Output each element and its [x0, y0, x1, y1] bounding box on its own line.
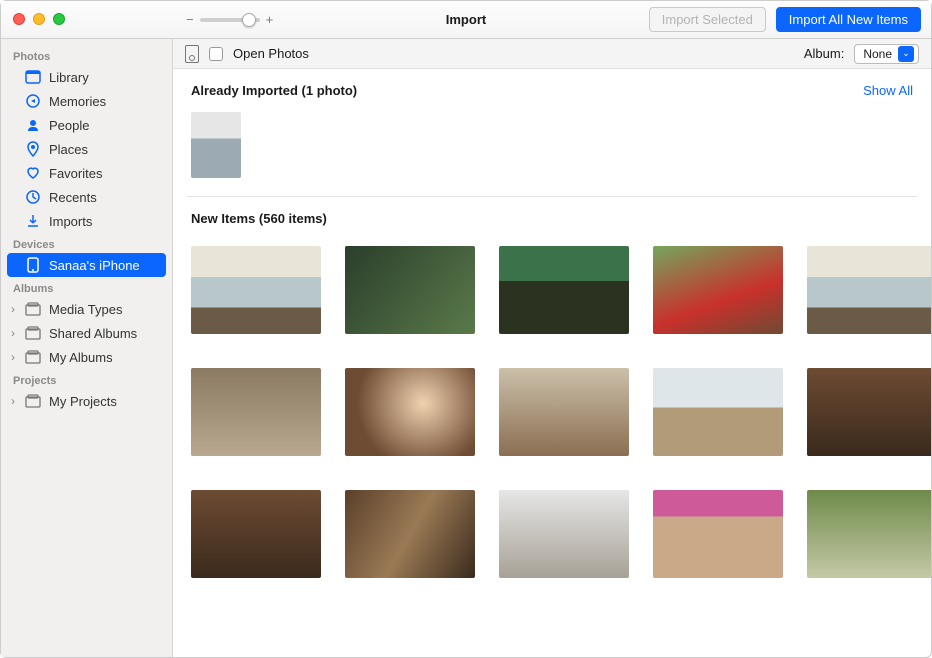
- section-divider: [187, 196, 917, 197]
- library-icon: [25, 69, 41, 85]
- sidebar-item-shared-albums[interactable]: Shared Albums: [1, 321, 172, 345]
- sidebar-label: Imports: [49, 214, 92, 229]
- sidebar-label: Sanaa's iPhone: [49, 258, 140, 273]
- device-icon: [185, 45, 199, 63]
- photo-thumbnail[interactable]: [499, 246, 629, 334]
- recents-icon: [25, 189, 41, 205]
- already-imported-heading: Already Imported (1 photo): [191, 83, 357, 98]
- chevron-updown-icon: ⌄: [898, 46, 914, 62]
- import-all-button[interactable]: Import All New Items: [776, 7, 921, 32]
- import-content-area: Already Imported (1 photo) Show All New …: [173, 69, 931, 657]
- close-window-button[interactable]: [13, 13, 25, 25]
- new-items-heading: New Items (560 items): [191, 211, 327, 226]
- sidebar-label: People: [49, 118, 89, 133]
- photo-thumbnail[interactable]: [191, 368, 321, 456]
- photo-thumbnail[interactable]: [653, 368, 783, 456]
- photo-thumbnail[interactable]: [345, 490, 475, 578]
- photo-thumbnail[interactable]: [653, 246, 783, 334]
- open-photos-label: Open Photos: [233, 46, 309, 61]
- sidebar-item-device[interactable]: Sanaa's iPhone: [7, 253, 166, 277]
- photo-thumbnail[interactable]: [807, 246, 931, 334]
- titlebar: − + Import Import Selected Import All Ne…: [1, 1, 931, 39]
- sidebar-label: Places: [49, 142, 88, 157]
- people-icon: [25, 117, 41, 133]
- import-options-bar: Open Photos Album: None ⌄: [173, 39, 931, 69]
- new-items-grid: [187, 234, 917, 590]
- sidebar-section-devices: Devices: [1, 233, 172, 253]
- zoom-out-icon: −: [186, 12, 194, 27]
- sidebar-item-my-projects[interactable]: My Projects: [1, 389, 172, 413]
- fullscreen-window-button[interactable]: [53, 13, 65, 25]
- photo-thumbnail[interactable]: [191, 246, 321, 334]
- favorites-icon: [25, 165, 41, 181]
- minimize-window-button[interactable]: [33, 13, 45, 25]
- sidebar-item-my-albums[interactable]: My Albums: [1, 345, 172, 369]
- sidebar-item-favorites[interactable]: Favorites: [1, 161, 172, 185]
- photo-thumbnail[interactable]: [807, 368, 931, 456]
- memories-icon: [25, 93, 41, 109]
- sidebar-section-projects: Projects: [1, 369, 172, 389]
- sidebar-label: Library: [49, 70, 89, 85]
- sidebar-section-photos: Photos: [1, 45, 172, 65]
- import-selected-button: Import Selected: [649, 7, 766, 32]
- open-photos-checkbox[interactable]: [209, 47, 223, 61]
- iphone-icon: [25, 257, 41, 273]
- sidebar-label: My Albums: [49, 350, 113, 365]
- photo-thumbnail[interactable]: [345, 368, 475, 456]
- already-imported-thumbnail[interactable]: [191, 112, 241, 178]
- photo-thumbnail[interactable]: [499, 490, 629, 578]
- folder-icon: [25, 301, 41, 317]
- album-dropdown[interactable]: None ⌄: [854, 44, 919, 64]
- photo-thumbnail[interactable]: [345, 246, 475, 334]
- sidebar-section-albums: Albums: [1, 277, 172, 297]
- zoom-in-icon: +: [266, 12, 274, 27]
- imports-icon: [25, 213, 41, 229]
- sidebar-label: Recents: [49, 190, 97, 205]
- sidebar-item-imports[interactable]: Imports: [1, 209, 172, 233]
- album-dropdown-value: None: [863, 47, 892, 61]
- window-controls: [13, 13, 65, 25]
- photo-thumbnail[interactable]: [499, 368, 629, 456]
- sidebar: Photos Library Memories People Places Fa…: [1, 39, 173, 657]
- folder-icon: [25, 349, 41, 365]
- folder-icon: [25, 393, 41, 409]
- sidebar-label: Favorites: [49, 166, 102, 181]
- sidebar-item-recents[interactable]: Recents: [1, 185, 172, 209]
- sidebar-item-people[interactable]: People: [1, 113, 172, 137]
- thumbnail-zoom-slider[interactable]: − +: [186, 12, 273, 27]
- folder-icon: [25, 325, 41, 341]
- sidebar-label: Shared Albums: [49, 326, 137, 341]
- photo-thumbnail[interactable]: [807, 490, 931, 578]
- sidebar-label: My Projects: [49, 394, 117, 409]
- album-label: Album:: [804, 46, 844, 61]
- photo-thumbnail[interactable]: [191, 490, 321, 578]
- photo-thumbnail[interactable]: [653, 490, 783, 578]
- sidebar-item-library[interactable]: Library: [1, 65, 172, 89]
- sidebar-item-memories[interactable]: Memories: [1, 89, 172, 113]
- places-icon: [25, 141, 41, 157]
- sidebar-label: Memories: [49, 94, 106, 109]
- sidebar-item-media-types[interactable]: Media Types: [1, 297, 172, 321]
- sidebar-item-places[interactable]: Places: [1, 137, 172, 161]
- zoom-slider-knob[interactable]: [242, 13, 256, 27]
- sidebar-label: Media Types: [49, 302, 122, 317]
- show-all-link[interactable]: Show All: [863, 83, 913, 98]
